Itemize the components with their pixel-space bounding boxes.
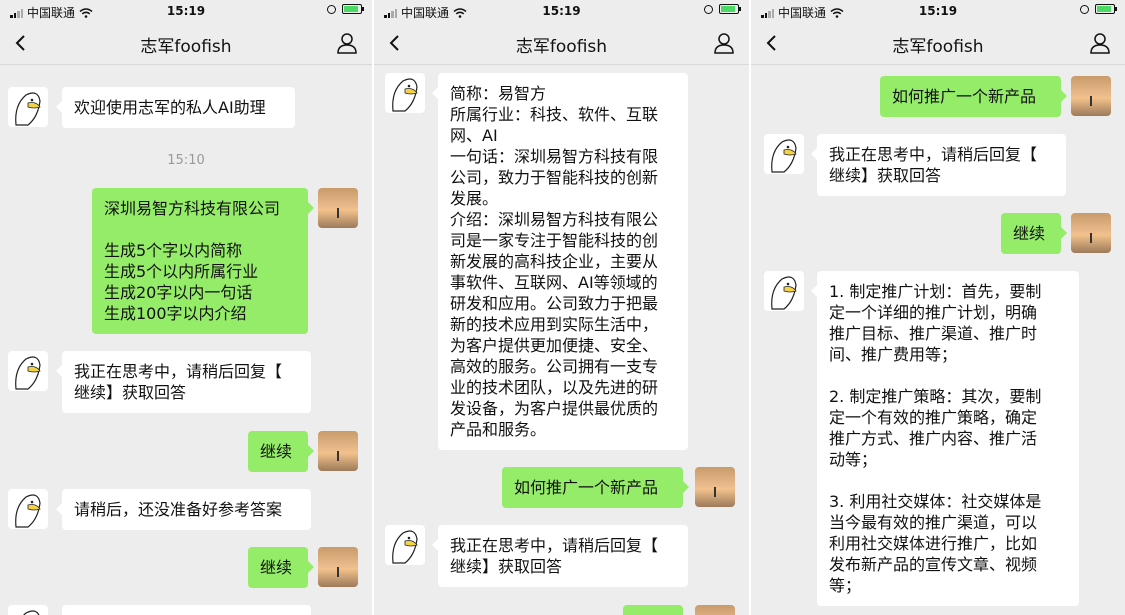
- bot-avatar[interactable]: [385, 73, 425, 113]
- status-right: [1080, 4, 1117, 14]
- battery-icon: [342, 4, 364, 14]
- chat-header: 志军foofish: [751, 22, 1125, 65]
- rotation-lock-icon: [327, 4, 336, 14]
- battery-icon: [1095, 4, 1117, 14]
- my-message-bubble[interactable]: 如何推广一个新产品: [880, 76, 1067, 117]
- profile-icon[interactable]: [1089, 32, 1111, 54]
- my-message-bubble[interactable]: 继续: [248, 431, 314, 472]
- my-message-bubble[interactable]: [623, 605, 683, 615]
- bot-message-bubble[interactable]: 简称：易智方 所属行业：科技、软件、互联 网、AI 一句话：深圳易智方科技有限 …: [432, 73, 688, 450]
- chat-header: 志军foofish: [374, 22, 749, 65]
- my-avatar[interactable]: [1071, 76, 1111, 116]
- bot-avatar[interactable]: [8, 489, 48, 529]
- phone-screen-2: 中国联通 15:19 志军foofish 简称：易智方 所属行业：科技、软件、互…: [374, 0, 749, 615]
- status-right: [327, 4, 364, 14]
- profile-icon[interactable]: [713, 32, 735, 54]
- screenshot-stage: 中国联通 15:19 志军foofish 欢迎使用志军的私人AI助理 15:10: [0, 0, 1125, 615]
- status-bar: 中国联通 15:19: [0, 0, 372, 22]
- status-right: [704, 4, 741, 14]
- my-message-bubble[interactable]: 如何推广一个新产品: [502, 467, 689, 508]
- status-time: 15:19: [542, 4, 581, 18]
- phone-screen-3: 中国联通 15:19 志军foofish 如何推广一个新产品 我正在思考中，请稍…: [751, 0, 1125, 615]
- my-avatar[interactable]: [1071, 213, 1111, 253]
- bot-message-bubble[interactable]: 我正在思考中，请稍后回复【 继续】获取回答: [811, 134, 1066, 196]
- my-avatar[interactable]: [695, 605, 735, 615]
- status-time: 15:19: [918, 4, 958, 18]
- bot-message-bubble[interactable]: [62, 605, 311, 615]
- message-timestamp: 15:10: [167, 153, 205, 168]
- chat-header: 志军foofish: [0, 22, 372, 65]
- my-message-bubble[interactable]: 深圳易智方科技有限公司 生成5个字以内简称 生成5个以内所属行业 生成20字以内…: [92, 188, 314, 334]
- my-message-bubble[interactable]: 继续: [1001, 213, 1067, 254]
- status-bar: 中国联通 15:19: [374, 0, 749, 22]
- bot-message-bubble[interactable]: 我正在思考中，请稍后回复【 继续】获取回答: [432, 525, 688, 587]
- bot-avatar[interactable]: [8, 605, 48, 615]
- bot-message-bubble[interactable]: 1. 制定推广计划：首先，要制 定一个详细的推广计划，明确 推广目标、推广渠道、…: [811, 271, 1079, 606]
- bot-message-bubble[interactable]: 欢迎使用志军的私人AI助理: [56, 87, 295, 128]
- status-time: 15:19: [166, 4, 206, 18]
- phone-screen-1: 中国联通 15:19 志军foofish 欢迎使用志军的私人AI助理 15:10: [0, 0, 372, 615]
- battery-icon: [719, 4, 741, 14]
- my-avatar[interactable]: [695, 467, 735, 507]
- profile-icon[interactable]: [336, 32, 358, 54]
- my-avatar[interactable]: [318, 547, 358, 587]
- rotation-lock-icon: [1080, 4, 1089, 14]
- bot-message-bubble[interactable]: 请稍后，还没准备好参考答案: [56, 489, 311, 530]
- bot-avatar[interactable]: [764, 134, 804, 174]
- bot-avatar[interactable]: [8, 87, 48, 127]
- my-message-bubble[interactable]: 继续: [248, 547, 314, 588]
- chat-title: 志军foofish: [892, 37, 984, 57]
- chat-title: 志军foofish: [140, 37, 232, 57]
- my-avatar[interactable]: [318, 431, 358, 471]
- bot-avatar[interactable]: [764, 271, 804, 311]
- rotation-lock-icon: [704, 4, 713, 14]
- bot-avatar[interactable]: [8, 351, 48, 391]
- chat-title: 志军foofish: [515, 37, 608, 57]
- bot-message-bubble[interactable]: 我正在思考中，请稍后回复【 继续】获取回答: [56, 351, 311, 413]
- status-bar: 中国联通 15:19: [751, 0, 1125, 22]
- my-avatar[interactable]: [318, 188, 358, 228]
- bot-avatar[interactable]: [385, 525, 425, 565]
